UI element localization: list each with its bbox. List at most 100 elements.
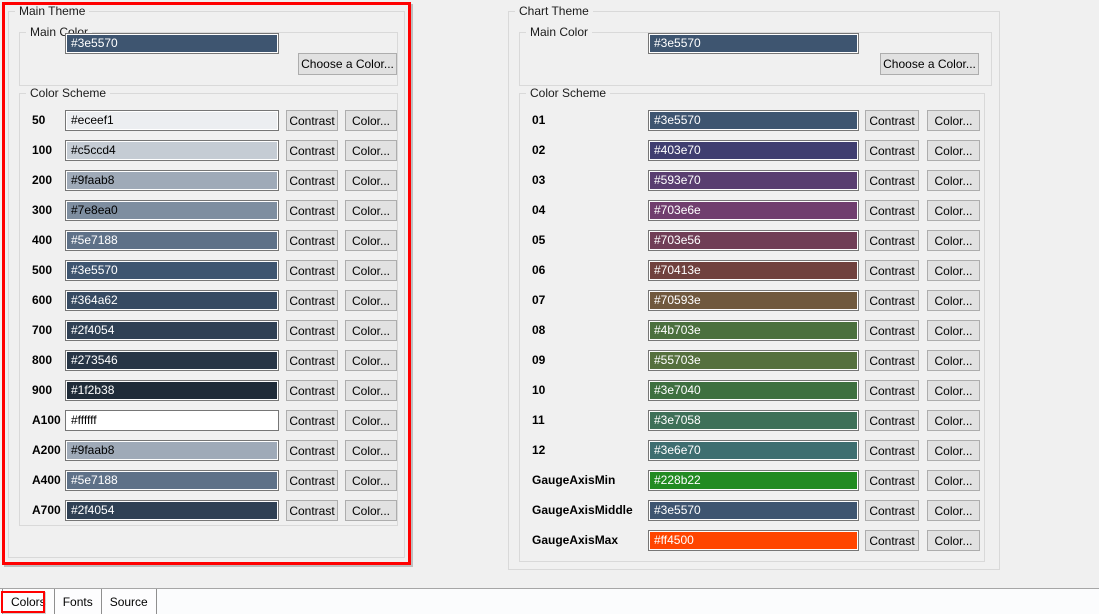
color-picker-button[interactable]: Color... bbox=[345, 470, 397, 491]
color-hex-field[interactable]: #703e56 bbox=[648, 230, 859, 251]
color-hex-field[interactable]: #3e7058 bbox=[648, 410, 859, 431]
color-picker-button[interactable]: Color... bbox=[345, 380, 397, 401]
contrast-button[interactable]: Contrast bbox=[865, 230, 919, 251]
contrast-button[interactable]: Contrast bbox=[865, 200, 919, 221]
contrast-button[interactable]: Contrast bbox=[286, 470, 338, 491]
color-hex-field[interactable]: #9faab8 bbox=[65, 440, 279, 461]
contrast-button[interactable]: Contrast bbox=[286, 140, 338, 161]
color-picker-button[interactable]: Color... bbox=[345, 290, 397, 311]
contrast-button[interactable]: Contrast bbox=[286, 230, 338, 251]
contrast-button[interactable]: Contrast bbox=[865, 530, 919, 551]
contrast-button[interactable]: Contrast bbox=[865, 170, 919, 191]
color-hex-field[interactable]: #3e5570 bbox=[648, 500, 859, 521]
contrast-button[interactable]: Contrast bbox=[286, 350, 338, 371]
main-color-field[interactable]: #3e5570 bbox=[65, 33, 279, 54]
color-picker-button[interactable]: Color... bbox=[927, 350, 980, 371]
color-picker-button[interactable]: Color... bbox=[345, 500, 397, 521]
color-picker-button[interactable]: Color... bbox=[345, 260, 397, 281]
color-picker-button[interactable]: Color... bbox=[345, 320, 397, 341]
contrast-button[interactable]: Contrast bbox=[286, 500, 338, 521]
color-picker-button[interactable]: Color... bbox=[345, 440, 397, 461]
color-hex-field[interactable]: #c5ccd4 bbox=[65, 140, 279, 161]
color-picker-button[interactable]: Color... bbox=[927, 140, 980, 161]
contrast-button[interactable]: Contrast bbox=[286, 320, 338, 341]
color-hex-field[interactable]: #4b703e bbox=[648, 320, 859, 341]
color-hex-field[interactable]: #9faab8 bbox=[65, 170, 279, 191]
color-scheme-row: 600 #364a62 Contrast Color... bbox=[20, 290, 397, 311]
color-scheme-group: Color Scheme 01#3e5570ContrastColor...02… bbox=[519, 93, 985, 562]
contrast-button[interactable]: Contrast bbox=[286, 200, 338, 221]
main-color-field[interactable]: #3e5570 bbox=[648, 33, 859, 54]
color-picker-button[interactable]: Color... bbox=[927, 290, 980, 311]
color-scheme-row: 700#2f4054ContrastColor... bbox=[20, 320, 397, 341]
color-hex-field[interactable]: #70413e bbox=[648, 260, 859, 281]
color-hex-field[interactable]: #273546 bbox=[65, 350, 279, 371]
color-hex-field[interactable]: #364a62 bbox=[65, 290, 279, 311]
color-picker-button[interactable]: Color... bbox=[345, 230, 397, 251]
color-key-label: 600 bbox=[32, 290, 52, 311]
color-hex-field[interactable]: #7e8ea0 bbox=[65, 200, 279, 221]
color-hex-field[interactable]: #593e70 bbox=[648, 170, 859, 191]
color-picker-button[interactable]: Color... bbox=[927, 170, 980, 191]
contrast-button[interactable]: Contrast bbox=[286, 170, 338, 191]
color-picker-button[interactable]: Color... bbox=[927, 260, 980, 281]
color-picker-button[interactable]: Color... bbox=[927, 380, 980, 401]
color-picker-button[interactable]: Color... bbox=[345, 410, 397, 431]
color-hex-field[interactable]: #3e6e70 bbox=[648, 440, 859, 461]
color-hex-field[interactable]: #3e5570 bbox=[648, 110, 859, 131]
contrast-button[interactable]: Contrast bbox=[286, 410, 338, 431]
choose-color-button[interactable]: Choose a Color... bbox=[298, 53, 397, 75]
color-picker-button[interactable]: Color... bbox=[345, 350, 397, 371]
contrast-button[interactable]: Contrast bbox=[286, 260, 338, 281]
color-hex-field[interactable]: #228b22 bbox=[648, 470, 859, 491]
contrast-button[interactable]: Contrast bbox=[865, 320, 919, 341]
contrast-button[interactable]: Contrast bbox=[286, 290, 338, 311]
color-hex-field[interactable]: #1f2b38 bbox=[65, 380, 279, 401]
contrast-button[interactable]: Contrast bbox=[865, 110, 919, 131]
color-hex-field[interactable]: #403e70 bbox=[648, 140, 859, 161]
color-picker-button[interactable]: Color... bbox=[927, 320, 980, 341]
contrast-button[interactable]: Contrast bbox=[865, 500, 919, 521]
color-picker-button[interactable]: Color... bbox=[927, 440, 980, 461]
color-hex-field[interactable]: #55703e bbox=[648, 350, 859, 371]
color-picker-button[interactable]: Color... bbox=[927, 200, 980, 221]
color-hex-field[interactable]: #ff4500 bbox=[648, 530, 859, 551]
color-hex-field[interactable]: #3e5570 bbox=[65, 260, 279, 281]
color-hex-field[interactable]: #5e7188 bbox=[65, 470, 279, 491]
color-hex-field[interactable]: #eceef1 bbox=[65, 110, 279, 131]
contrast-button[interactable]: Contrast bbox=[865, 440, 919, 461]
contrast-button[interactable]: Contrast bbox=[865, 140, 919, 161]
contrast-button[interactable]: Contrast bbox=[865, 470, 919, 491]
contrast-button[interactable]: Contrast bbox=[865, 350, 919, 371]
color-hex-field[interactable]: #3e7040 bbox=[648, 380, 859, 401]
color-hex-field[interactable]: #2f4054 bbox=[65, 500, 279, 521]
tab-colors[interactable]: Colors bbox=[2, 589, 55, 614]
tab-source[interactable]: Source bbox=[102, 589, 157, 614]
color-scheme-title: Color Scheme bbox=[526, 86, 610, 100]
color-picker-button[interactable]: Color... bbox=[345, 140, 397, 161]
contrast-button[interactable]: Contrast bbox=[865, 260, 919, 281]
contrast-button[interactable]: Contrast bbox=[865, 380, 919, 401]
color-hex-field[interactable]: #5e7188 bbox=[65, 230, 279, 251]
color-picker-button[interactable]: Color... bbox=[927, 500, 980, 521]
contrast-button[interactable]: Contrast bbox=[286, 110, 338, 131]
color-picker-button[interactable]: Color... bbox=[345, 200, 397, 221]
color-picker-button[interactable]: Color... bbox=[927, 410, 980, 431]
choose-color-button[interactable]: Choose a Color... bbox=[880, 53, 979, 75]
contrast-button[interactable]: Contrast bbox=[286, 380, 338, 401]
color-picker-button[interactable]: Color... bbox=[927, 530, 980, 551]
color-hex-field[interactable]: #ffffff bbox=[65, 410, 279, 431]
color-picker-button[interactable]: Color... bbox=[345, 170, 397, 191]
color-picker-button[interactable]: Color... bbox=[345, 110, 397, 131]
color-hex-field[interactable]: #2f4054 bbox=[65, 320, 279, 341]
color-hex-field[interactable]: #70593e bbox=[648, 290, 859, 311]
color-picker-button[interactable]: Color... bbox=[927, 230, 980, 251]
tab-fonts[interactable]: Fonts bbox=[55, 589, 102, 614]
contrast-button[interactable]: Contrast bbox=[865, 410, 919, 431]
color-picker-button[interactable]: Color... bbox=[927, 110, 980, 131]
contrast-button[interactable]: Contrast bbox=[286, 440, 338, 461]
contrast-button[interactable]: Contrast bbox=[865, 290, 919, 311]
color-hex-field[interactable]: #703e6e bbox=[648, 200, 859, 221]
color-picker-button[interactable]: Color... bbox=[927, 470, 980, 491]
color-scheme-row: GaugeAxisMax#ff4500ContrastColor... bbox=[520, 530, 984, 551]
